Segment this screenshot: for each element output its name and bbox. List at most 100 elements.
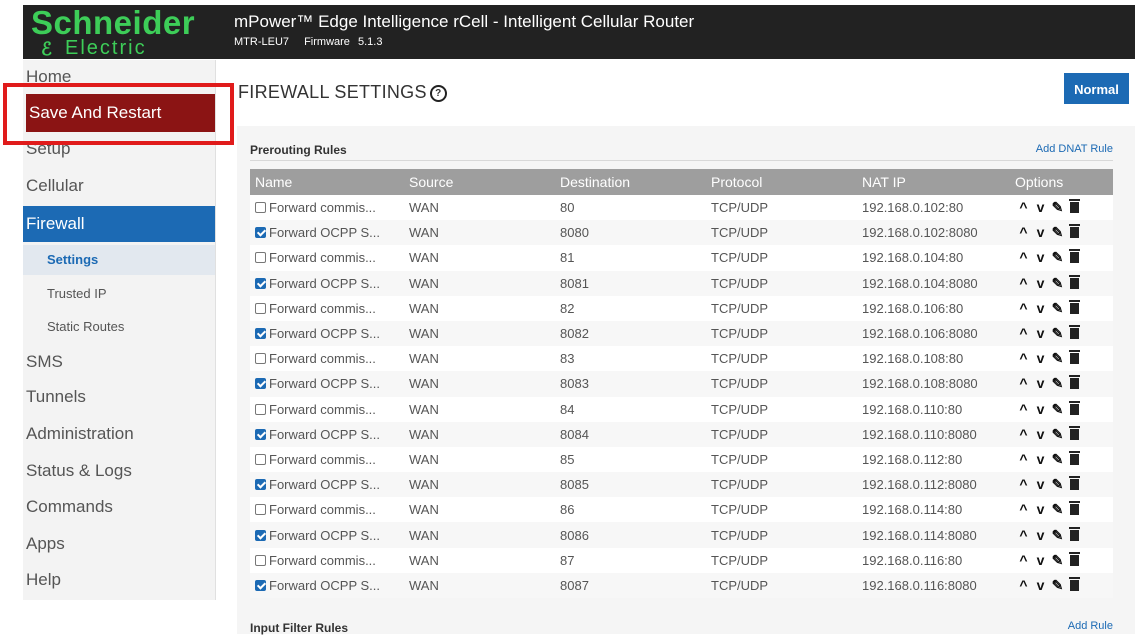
move-down-icon[interactable]: v <box>1032 325 1049 341</box>
sidebar-item-status-logs[interactable]: Status & Logs <box>23 461 215 485</box>
move-up-icon[interactable]: ^ <box>1015 199 1032 215</box>
sidebar-item-static-routes[interactable]: Static Routes <box>23 312 215 342</box>
table-row[interactable]: Forward OCPP S... WAN 8087 TCP/UDP 192.168.0… <box>250 572 1113 598</box>
delete-trash-icon[interactable] <box>1069 274 1080 289</box>
table-row[interactable]: Forward OCPP S... WAN 8082 TCP/UDP 192.168.0… <box>250 320 1113 347</box>
move-up-icon[interactable]: ^ <box>1015 325 1032 341</box>
table-row[interactable]: Forward commis... WAN 82 TCP/UDP 192.168.0.1… <box>250 295 1113 321</box>
sidebar-item-help[interactable]: Help <box>23 570 215 594</box>
move-down-icon[interactable]: v <box>1032 501 1049 517</box>
table-row[interactable]: Forward OCPP S... WAN 8080 TCP/UDP 192.168.0… <box>250 220 1113 246</box>
column-header-protocol[interactable]: Protocol <box>711 169 862 195</box>
schneider-logo[interactable]: Schneider ℰ Electric <box>31 6 231 59</box>
rule-enabled-checkbox[interactable] <box>255 579 266 591</box>
delete-trash-icon[interactable] <box>1069 325 1080 340</box>
edit-pencil-icon[interactable]: ✎ <box>1049 375 1066 392</box>
add-dnat-rule-link[interactable]: Add DNAT Rule <box>990 143 1113 155</box>
move-down-icon[interactable]: v <box>1032 552 1049 568</box>
edit-pencil-icon[interactable]: ✎ <box>1049 401 1066 418</box>
column-header-destination[interactable]: Destination <box>560 169 711 195</box>
move-up-icon[interactable]: ^ <box>1015 350 1032 366</box>
edit-pencil-icon[interactable]: ✎ <box>1049 199 1066 216</box>
edit-pencil-icon[interactable]: ✎ <box>1049 501 1066 518</box>
move-down-icon[interactable]: v <box>1032 527 1049 543</box>
move-up-icon[interactable]: ^ <box>1015 552 1032 568</box>
delete-trash-icon[interactable] <box>1069 224 1080 239</box>
move-up-icon[interactable]: ^ <box>1015 275 1032 291</box>
edit-pencil-icon[interactable]: ✎ <box>1049 577 1066 594</box>
rule-enabled-checkbox[interactable] <box>255 403 266 415</box>
move-down-icon[interactable]: v <box>1032 199 1049 215</box>
edit-pencil-icon[interactable]: ✎ <box>1049 350 1066 367</box>
move-up-icon[interactable]: ^ <box>1015 224 1032 240</box>
delete-trash-icon[interactable] <box>1069 350 1080 365</box>
sidebar-item-administration[interactable]: Administration <box>23 424 215 448</box>
edit-pencil-icon[interactable]: ✎ <box>1049 224 1066 241</box>
table-row[interactable]: Forward OCPP S... WAN 8085 TCP/UDP 192.168.0… <box>250 472 1113 498</box>
delete-trash-icon[interactable] <box>1069 299 1080 314</box>
table-row[interactable]: Forward OCPP S... WAN 8084 TCP/UDP 192.168.0… <box>250 421 1113 447</box>
delete-trash-icon[interactable] <box>1069 249 1080 264</box>
delete-trash-icon[interactable] <box>1069 450 1080 465</box>
move-down-icon[interactable]: v <box>1032 577 1049 593</box>
rule-enabled-checkbox[interactable] <box>255 504 266 516</box>
rule-enabled-checkbox[interactable] <box>255 479 266 491</box>
edit-pencil-icon[interactable]: ✎ <box>1049 527 1066 544</box>
table-row[interactable]: Forward OCPP S... WAN 8081 TCP/UDP 192.168.0… <box>250 270 1113 296</box>
rule-enabled-checkbox[interactable] <box>255 428 266 440</box>
sidebar-item-commands[interactable]: Commands <box>23 497 215 521</box>
move-up-icon[interactable]: ^ <box>1015 451 1032 467</box>
sidebar-item-tunnels[interactable]: Tunnels <box>23 387 215 411</box>
move-down-icon[interactable]: v <box>1032 401 1049 417</box>
delete-trash-icon[interactable] <box>1069 400 1080 415</box>
rule-enabled-checkbox[interactable] <box>255 202 266 214</box>
move-down-icon[interactable]: v <box>1032 451 1049 467</box>
delete-trash-icon[interactable] <box>1069 526 1080 541</box>
rule-enabled-checkbox[interactable] <box>255 353 266 365</box>
move-up-icon[interactable]: ^ <box>1015 249 1032 265</box>
move-up-icon[interactable]: ^ <box>1015 401 1032 417</box>
delete-trash-icon[interactable] <box>1069 375 1080 390</box>
table-row[interactable]: Forward commis... WAN 83 TCP/UDP 192.168.0.1… <box>250 346 1113 372</box>
rule-enabled-checkbox[interactable] <box>255 554 266 566</box>
delete-trash-icon[interactable] <box>1069 476 1080 491</box>
table-row[interactable]: Forward commis... WAN 81 TCP/UDP 192.168.0.1… <box>250 245 1113 271</box>
move-up-icon[interactable]: ^ <box>1015 577 1032 593</box>
sidebar-item-apps[interactable]: Apps <box>23 534 215 558</box>
move-down-icon[interactable]: v <box>1032 426 1049 442</box>
rule-enabled-checkbox[interactable] <box>255 453 266 465</box>
table-row[interactable]: Forward OCPP S... WAN 8083 TCP/UDP 192.168.0… <box>250 371 1113 397</box>
move-down-icon[interactable]: v <box>1032 375 1049 391</box>
table-row[interactable]: Forward OCPP S... WAN 8086 TCP/UDP 192.168.0… <box>250 522 1113 548</box>
move-down-icon[interactable]: v <box>1032 275 1049 291</box>
rule-enabled-checkbox[interactable] <box>255 378 266 390</box>
edit-pencil-icon[interactable]: ✎ <box>1049 451 1066 468</box>
table-row[interactable]: Forward commis... WAN 84 TCP/UDP 192.168.0.1… <box>250 396 1113 422</box>
sidebar-item-firewall[interactable]: Firewall <box>23 206 215 242</box>
add-rule-link[interactable]: Add Rule <box>1000 620 1113 632</box>
help-icon[interactable]: ? <box>429 84 447 102</box>
sidebar-item-cellular[interactable]: Cellular <box>23 176 215 200</box>
table-row[interactable]: Forward commis... WAN 87 TCP/UDP 192.168.0.1… <box>250 547 1113 573</box>
delete-trash-icon[interactable] <box>1069 501 1080 516</box>
edit-pencil-icon[interactable]: ✎ <box>1049 249 1066 266</box>
move-up-icon[interactable]: ^ <box>1015 300 1032 316</box>
edit-pencil-icon[interactable]: ✎ <box>1049 275 1066 292</box>
column-header-source[interactable]: Source <box>409 169 560 195</box>
column-header-nat-ip[interactable]: NAT IP <box>862 169 1015 195</box>
table-row[interactable]: Forward commis... WAN 85 TCP/UDP 192.168.0.1… <box>250 446 1113 473</box>
sidebar-item-settings[interactable]: Settings <box>23 245 215 275</box>
sidebar-item-trusted-ip[interactable]: Trusted IP <box>23 279 215 309</box>
rule-enabled-checkbox[interactable] <box>255 328 266 340</box>
table-row[interactable]: Forward commis... WAN 80 TCP/UDP 192.168.0.1… <box>250 195 1113 221</box>
edit-pencil-icon[interactable]: ✎ <box>1049 426 1066 443</box>
mode-toggle-button[interactable]: Normal <box>1064 73 1129 104</box>
edit-pencil-icon[interactable]: ✎ <box>1049 552 1066 569</box>
table-row[interactable]: Forward commis... WAN 86 TCP/UDP 192.168.0.1… <box>250 497 1113 523</box>
move-down-icon[interactable]: v <box>1032 350 1049 366</box>
delete-trash-icon[interactable] <box>1069 425 1080 440</box>
delete-trash-icon[interactable] <box>1069 199 1080 214</box>
rule-enabled-checkbox[interactable] <box>255 529 266 541</box>
rule-enabled-checkbox[interactable] <box>255 227 266 239</box>
rule-enabled-checkbox[interactable] <box>255 277 266 289</box>
